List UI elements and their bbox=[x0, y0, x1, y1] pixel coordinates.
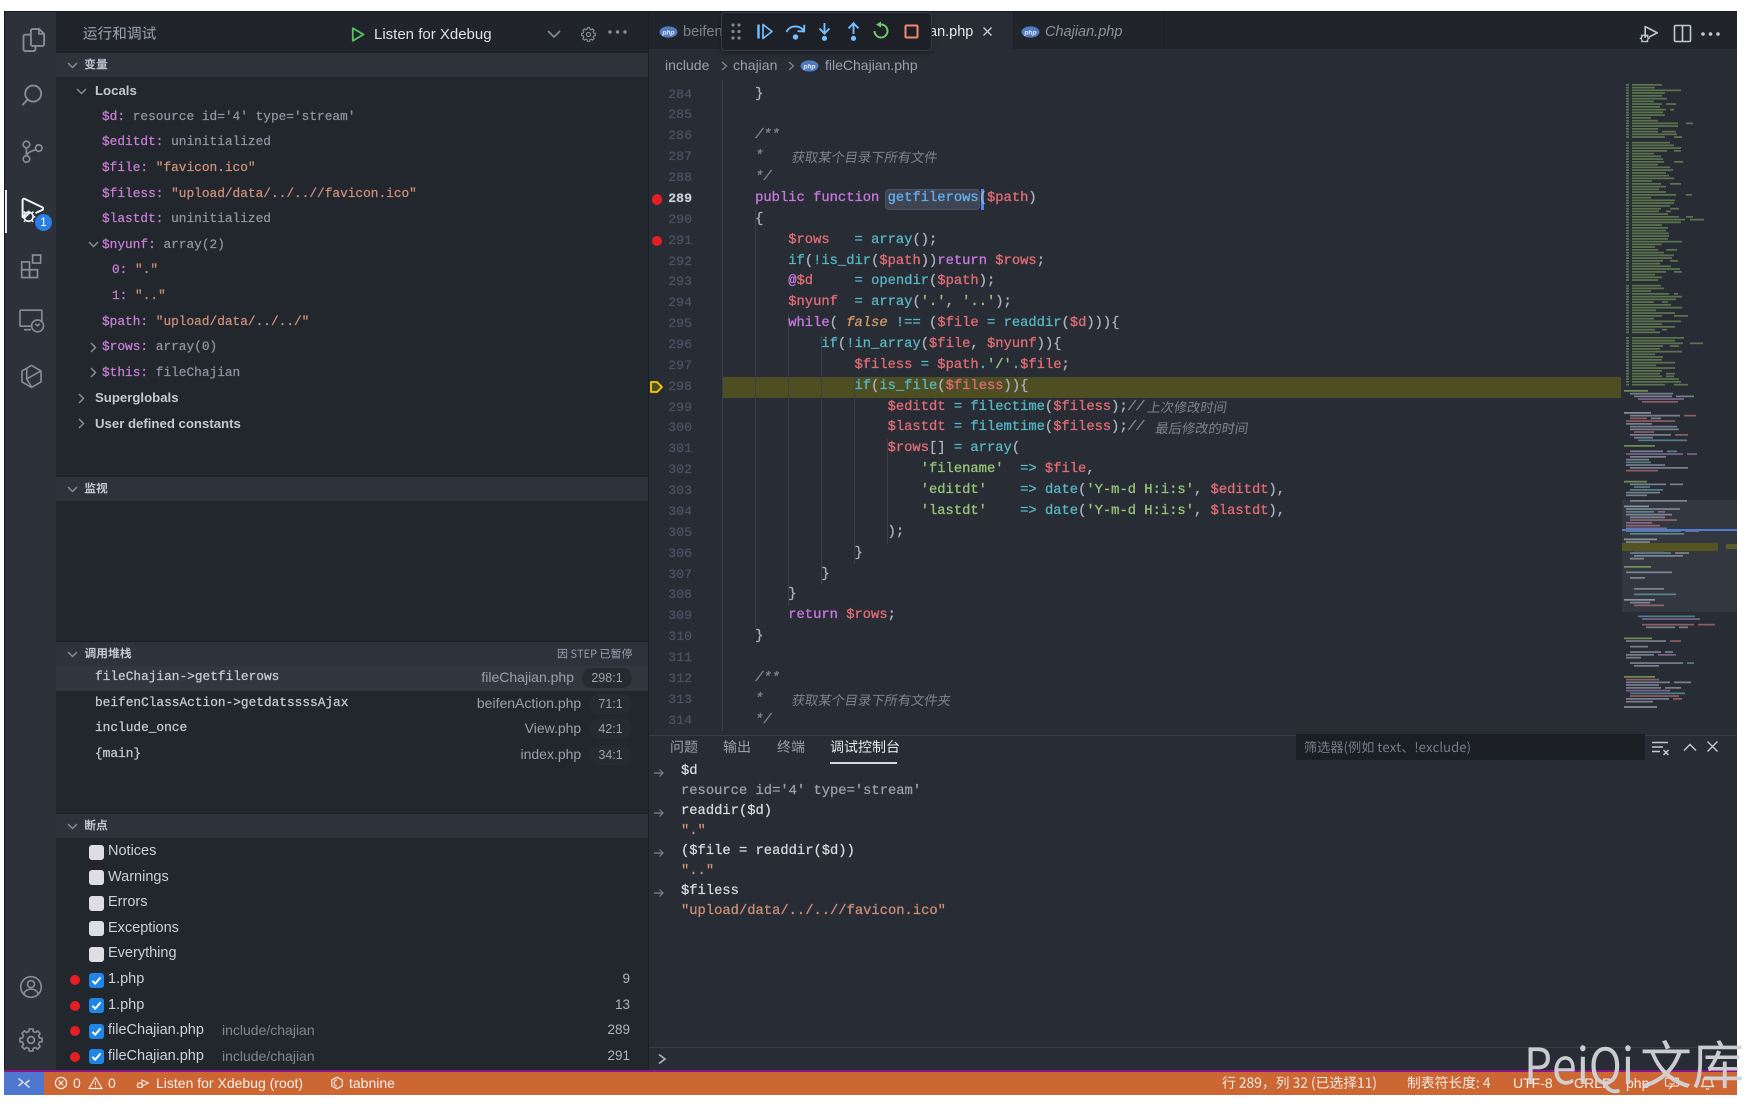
svg-text:php: php bbox=[1024, 29, 1037, 36]
svg-text:php: php bbox=[803, 63, 816, 70]
svg-text:php: php bbox=[662, 29, 675, 36]
